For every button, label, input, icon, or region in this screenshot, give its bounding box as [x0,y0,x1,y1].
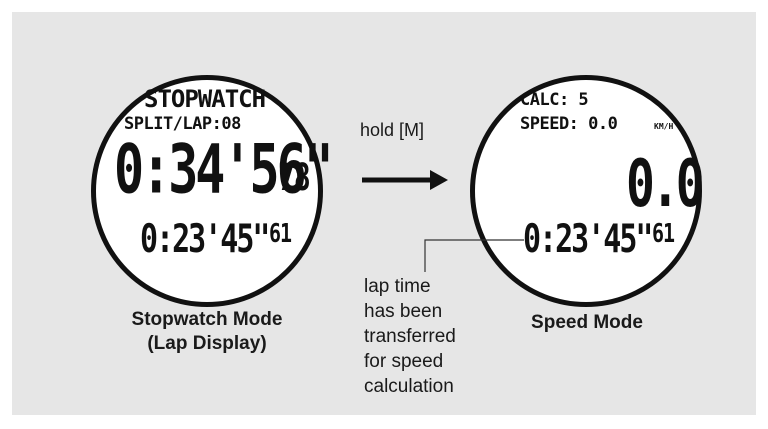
calc-label: CALC: 5 [520,90,589,110]
diagram-panel: STOPWATCH SPLIT/LAP:08 0:34'56" 78 0:23'… [12,12,756,415]
lap-time-display: 0:23'45" [140,217,270,263]
speed-unit-label: KM/H [654,122,674,131]
stopwatch-caption-line2: (Lap Display) [147,333,267,354]
stage: STOPWATCH SPLIT/LAP:08 0:34'56" 78 0:23'… [0,0,768,429]
lap-hundredths-display: 61 [269,217,292,249]
annotation-line: for speed [364,351,444,372]
hold-m-label: hold [M] [360,120,425,140]
annotation-line: calculation [364,376,454,397]
annotation-line: transferred [364,326,456,347]
right-arrow-icon [362,170,448,190]
transferred-lap-hundredths-display: 61 [652,217,675,249]
speed-mode-caption: Speed Mode [531,312,643,333]
annotation-leader-line [424,239,524,272]
annotation-line: lap time [364,276,431,297]
speed-value-display: 0.0 [626,146,705,223]
main-hundredths-display: 78 [278,154,311,200]
stopwatch-mode-label: STOPWATCH [144,85,266,113]
annotation-line: has been [364,301,443,322]
speed-label: SPEED: 0.0 [520,114,618,134]
transferred-lap-time-display: 0:23'45" [523,217,653,263]
stopwatch-caption-line1: Stopwatch Mode [131,309,283,330]
